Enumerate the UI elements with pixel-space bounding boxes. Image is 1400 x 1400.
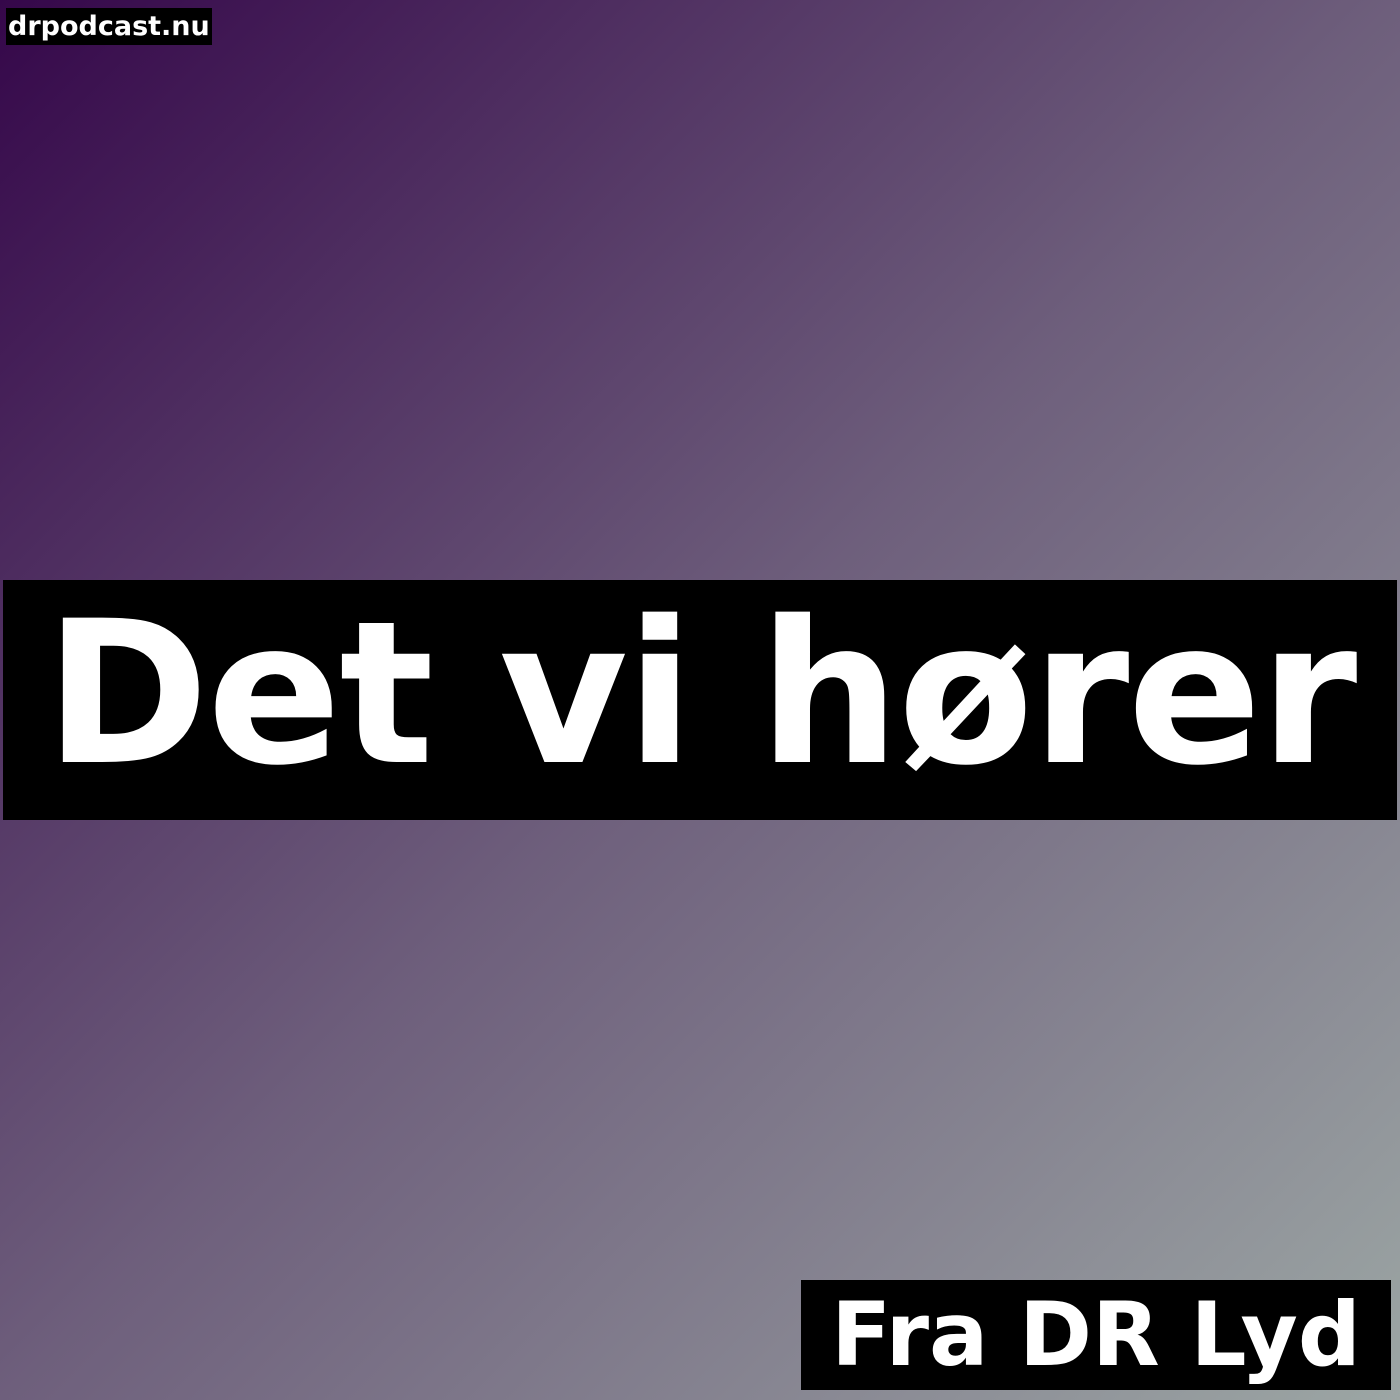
podcast-cover: { "cover": { "site": "drpodcast.nu", "ti… — [0, 0, 1400, 1400]
source-label: Fra DR Lyd — [801, 1280, 1391, 1390]
site-label: drpodcast.nu — [6, 8, 212, 45]
podcast-title: Det vi hører — [44, 580, 1358, 809]
title-band: Det vi hører — [3, 580, 1397, 820]
